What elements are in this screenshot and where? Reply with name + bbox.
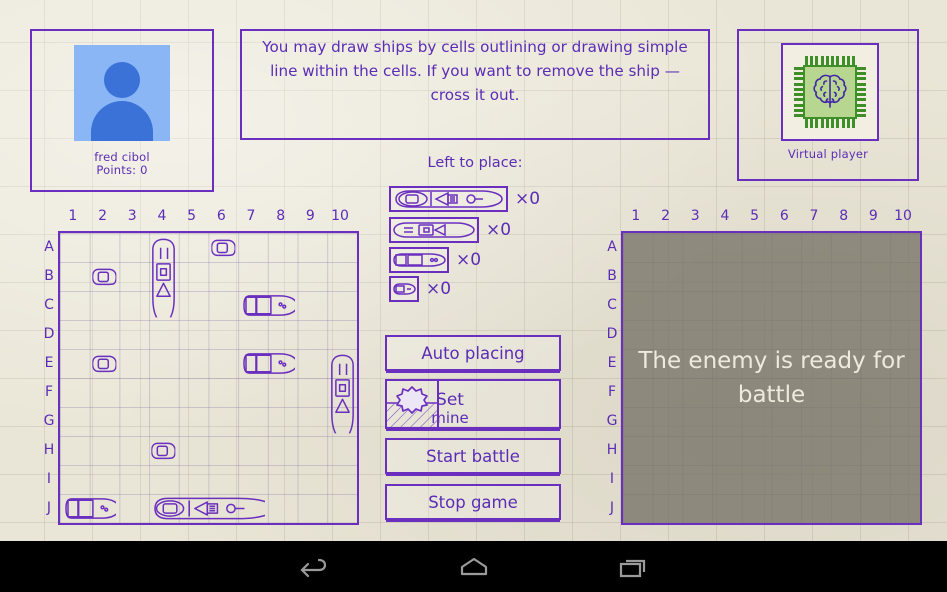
- player-row-labels: ABCDEFGHIJ: [40, 233, 58, 523]
- enemy-column-labels: 1 2 3 4 5 6 7 8 9 10: [621, 208, 918, 224]
- row-label: D: [606, 326, 618, 342]
- row-label: B: [607, 268, 617, 284]
- back-icon[interactable]: [254, 541, 374, 592]
- row-label: H: [43, 442, 55, 458]
- enemy-grid[interactable]: The enemy is ready for battle: [621, 231, 922, 525]
- row-label: D: [43, 326, 55, 342]
- row-label: J: [609, 500, 615, 516]
- destroyer-2-icon: [393, 253, 446, 267]
- column-label: 2: [98, 208, 107, 224]
- column-label: 6: [216, 208, 226, 224]
- row-label: A: [44, 239, 54, 255]
- column-label: 5: [750, 208, 760, 224]
- enemy-status-overlay: The enemy is ready for battle: [623, 233, 920, 523]
- instructions-text: You may draw ships by cells outlining or…: [262, 38, 688, 104]
- home-icon[interactable]: [414, 541, 534, 592]
- row-label: I: [46, 471, 52, 487]
- fleet-count-2: ×0: [456, 250, 482, 270]
- player-ship-3[interactable]: [327, 349, 357, 439]
- set-mine-button[interactable]: Set mine: [385, 379, 561, 429]
- row-label: F: [44, 384, 54, 400]
- row-label: H: [606, 442, 618, 458]
- column-label: 5: [187, 208, 197, 224]
- column-label: 2: [661, 208, 670, 224]
- player-ship-2[interactable]: [238, 291, 298, 320]
- row-label: B: [44, 268, 54, 284]
- auto-placing-button[interactable]: Auto placing: [385, 335, 561, 371]
- fleet-item-4[interactable]: ×0: [389, 186, 540, 212]
- enemy-row-labels: ABCDEFGHIJ: [603, 233, 621, 523]
- row-label: A: [607, 239, 617, 255]
- fleet-item-1[interactable]: ×0: [389, 276, 451, 302]
- column-label: 9: [305, 208, 315, 224]
- row-label: J: [46, 500, 52, 516]
- row-label: G: [43, 413, 55, 429]
- enemy-card: Virtual player: [737, 29, 919, 181]
- player-ship-1[interactable]: [90, 262, 120, 291]
- column-label: 9: [868, 208, 878, 224]
- player-grid[interactable]: [58, 231, 359, 525]
- row-label: E: [44, 355, 54, 371]
- player-ship-4[interactable]: [149, 494, 275, 523]
- player-ship-1[interactable]: [90, 349, 120, 378]
- enemy-status-text: The enemy is ready for battle: [638, 348, 905, 408]
- row-label: C: [607, 297, 617, 313]
- start-battle-label: Start battle: [426, 446, 520, 466]
- android-navigation-bar: [0, 541, 947, 592]
- row-label: C: [44, 297, 54, 313]
- player-ship-1[interactable]: [149, 436, 179, 465]
- row-label: E: [607, 355, 617, 371]
- stop-game-button[interactable]: Stop game: [385, 484, 561, 520]
- column-label: 10: [894, 208, 912, 224]
- column-label: 8: [276, 208, 286, 224]
- start-battle-button[interactable]: Start battle: [385, 438, 561, 474]
- set-mine-label-1: Set: [436, 390, 464, 410]
- sea-mine-icon: [387, 381, 439, 427]
- auto-placing-label: Auto placing: [421, 343, 525, 363]
- player-name: fred cibol: [94, 150, 150, 164]
- brain-chip-icon: [781, 43, 879, 141]
- column-label: 7: [246, 208, 256, 224]
- column-label: 10: [331, 208, 349, 224]
- column-label: 4: [720, 208, 730, 224]
- player-ship-3[interactable]: [149, 233, 179, 323]
- player-ship-1[interactable]: [209, 233, 239, 262]
- fleet-count-4: ×0: [515, 189, 541, 209]
- column-label: 8: [839, 208, 849, 224]
- fleet-panel-title: Left to place:: [427, 155, 523, 171]
- player-ship-2[interactable]: [238, 349, 298, 378]
- column-label: 7: [809, 208, 819, 224]
- person-avatar-icon: [74, 45, 170, 141]
- fleet-item-3[interactable]: ×0: [389, 217, 511, 243]
- row-label: F: [607, 384, 617, 400]
- column-label: 1: [68, 208, 78, 224]
- column-label: 4: [157, 208, 167, 224]
- stop-game-label: Stop game: [428, 492, 518, 512]
- boat-1-icon: [393, 283, 416, 295]
- column-label: 3: [127, 208, 137, 224]
- column-label: 3: [690, 208, 700, 224]
- player-ship-2[interactable]: [60, 494, 120, 523]
- row-label: G: [606, 413, 618, 429]
- battleship-4-icon: [394, 190, 503, 208]
- column-label: 1: [631, 208, 641, 224]
- column-label: 6: [779, 208, 789, 224]
- instructions-panel: You may draw ships by cells outlining or…: [240, 29, 710, 140]
- fleet-count-3: ×0: [486, 220, 512, 240]
- cruiser-3-icon: [393, 222, 475, 238]
- player-points: Points: 0: [96, 163, 148, 177]
- enemy-name: Virtual player: [787, 147, 869, 161]
- player-card: fred cibol Points: 0: [30, 29, 214, 192]
- row-label: I: [609, 471, 615, 487]
- player-column-labels: 1 2 3 4 5 6 7 8 9 10: [58, 208, 355, 224]
- game-screen: fred cibol Points: 0 You may draw ships …: [0, 0, 947, 592]
- recents-icon[interactable]: [574, 541, 694, 592]
- fleet-count-1: ×0: [426, 279, 452, 299]
- fleet-item-2[interactable]: ×0: [389, 247, 481, 273]
